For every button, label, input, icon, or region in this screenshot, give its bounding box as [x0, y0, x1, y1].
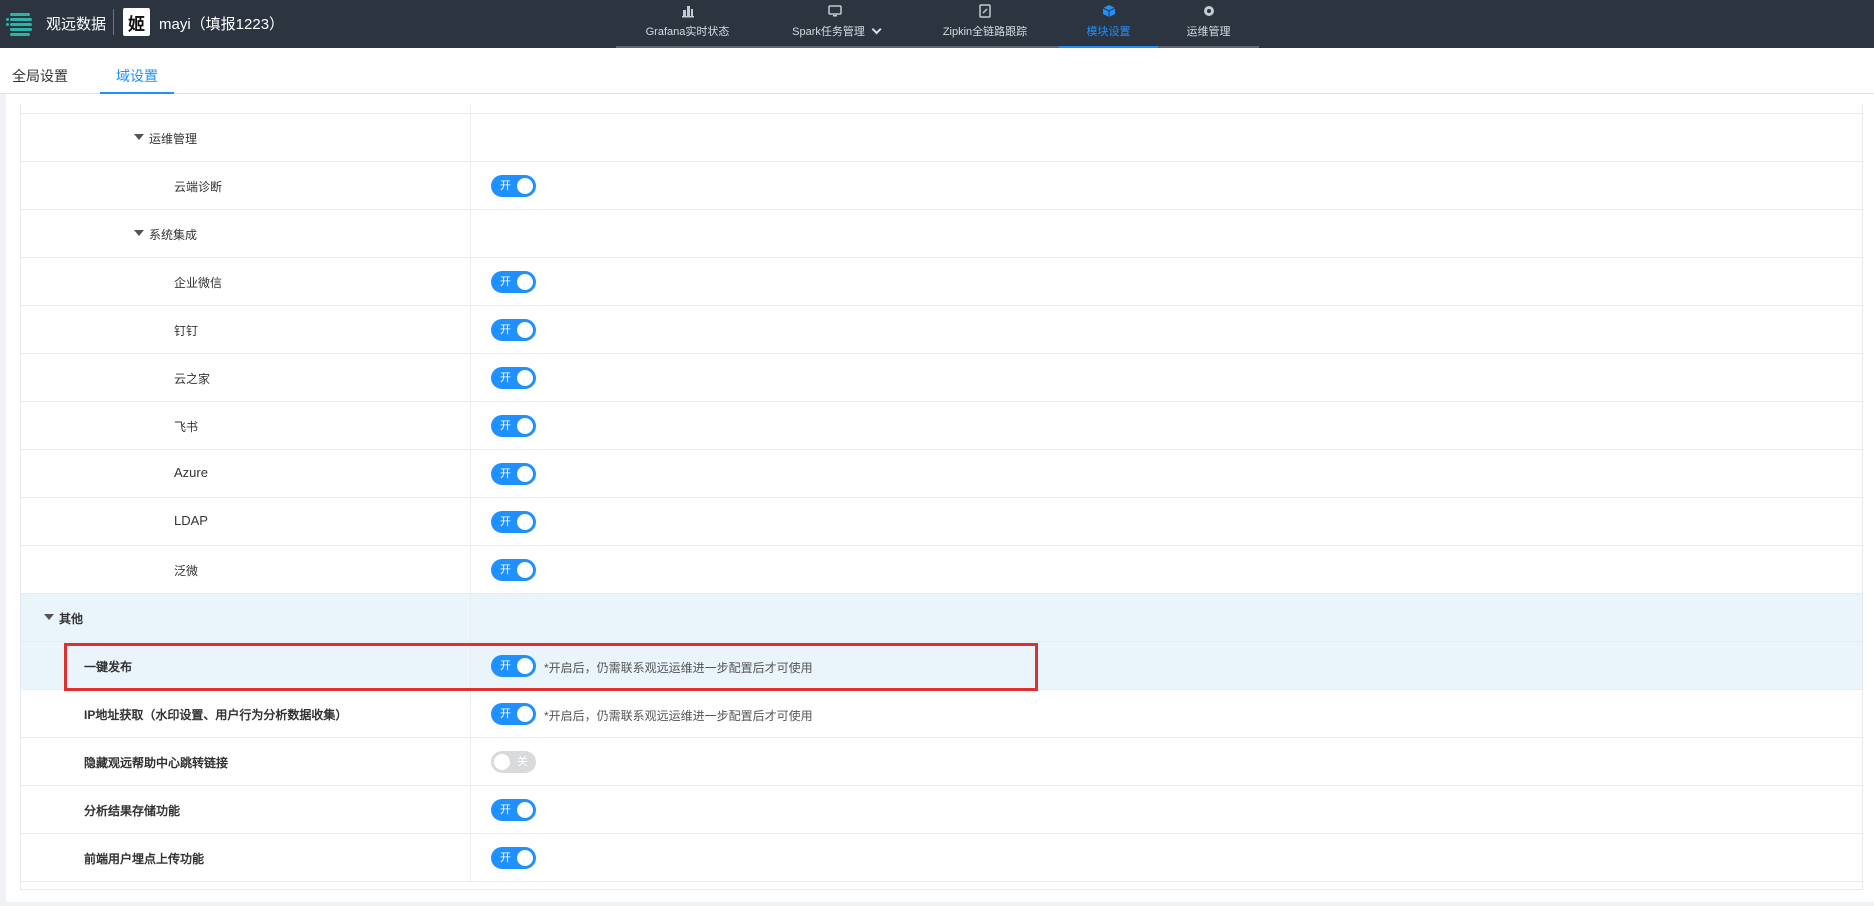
nav-label: Grafana实时状态	[645, 26, 730, 38]
setting-label: 钉钉	[174, 324, 199, 338]
tab-global-settings[interactable]: 全局设置	[12, 66, 68, 86]
table-row: 隐藏观远帮助中心跳转链接 关	[21, 738, 1862, 786]
setting-label: IP地址获取（水印设置、用户行为分析数据收集）	[84, 708, 348, 722]
table-row: IP地址获取（水印设置、用户行为分析数据收集） 开 *开启后，仍需联系观远运维进…	[21, 690, 1862, 738]
setting-label: Azure	[174, 465, 208, 480]
table-row: 一键发布 开 *开启后，仍需联系观远运维进一步配置后才可使用	[21, 642, 1862, 690]
dashboard-icon	[681, 4, 695, 18]
toggle-switch[interactable]: 开	[491, 271, 536, 293]
toggle-switch[interactable]: 开	[491, 367, 536, 389]
cube-icon	[1102, 4, 1116, 18]
table-row-group: 其他	[21, 594, 1862, 642]
top-navigation-bar: 观远数据 姬 mayi（填报1223） Grafana实时状态 Spark任务管…	[0, 0, 1874, 48]
table-row: 泛微 开	[21, 546, 1862, 594]
group-label: 运维管理	[149, 132, 198, 146]
table-row: 前端用户埋点上传功能 开	[21, 834, 1862, 882]
setting-label: 前端用户埋点上传功能	[84, 852, 205, 866]
table-row: LDAP 开	[21, 498, 1862, 546]
setting-label: 飞书	[174, 420, 199, 434]
nav-grafana[interactable]: Grafana实时状态	[616, 0, 759, 48]
caret-down-icon[interactable]	[134, 230, 144, 236]
setting-label: 云之家	[174, 372, 211, 386]
setting-label: 泛微	[174, 564, 199, 578]
setting-label: LDAP	[174, 513, 208, 528]
table-row-group: 运维管理	[21, 114, 1862, 162]
settings-tabs: 全局设置 域设置	[0, 48, 1874, 94]
main-nav: Grafana实时状态 Spark任务管理 Zipkin全链路跟踪 模块设置 运…	[616, 0, 1259, 48]
nav-label: 运维管理	[1186, 26, 1231, 38]
menu-icon[interactable]	[6, 9, 34, 37]
setting-label: 一键发布	[84, 660, 133, 674]
toggle-switch[interactable]: 开	[491, 655, 536, 677]
settings-table: 运维管理 云端诊断 开 系统集成 企业微信 开 钉钉 开 云之家 开 飞书 开 …	[20, 104, 1863, 890]
content-panel: 运维管理 云端诊断 开 系统集成 企业微信 开 钉钉 开 云之家 开 飞书 开 …	[6, 94, 1874, 902]
nav-zipkin[interactable]: Zipkin全链路跟踪	[911, 0, 1059, 48]
tab-domain-settings[interactable]: 域设置	[116, 66, 158, 86]
table-row: 分析结果存储功能 开	[21, 786, 1862, 834]
group-label: 系统集成	[149, 228, 198, 242]
nav-label: Zipkin全链路跟踪	[942, 26, 1028, 38]
project-name[interactable]: mayi（填报1223）	[159, 13, 284, 34]
setting-hint: *开启后，仍需联系观远运维进一步配置后才可使用	[544, 661, 813, 675]
toggle-switch[interactable]: 开	[491, 463, 536, 485]
toggle-switch[interactable]: 开	[491, 175, 536, 197]
setting-label: 隐藏观远帮助中心跳转链接	[84, 756, 229, 770]
toggle-switch[interactable]: 开	[491, 703, 536, 725]
nav-spark[interactable]: Spark任务管理	[759, 0, 911, 48]
table-row	[21, 104, 1862, 114]
chevron-down-icon[interactable]	[871, 24, 882, 35]
nav-label: Spark任务管理	[792, 26, 865, 38]
setting-hint: *开启后，仍需联系观远运维进一步配置后才可使用	[544, 709, 813, 723]
setting-label: 企业微信	[174, 276, 223, 290]
group-label: 其他	[59, 612, 84, 626]
table-row: 钉钉 开	[21, 306, 1862, 354]
caret-down-icon[interactable]	[44, 614, 54, 620]
toggle-switch[interactable]: 开	[491, 415, 536, 437]
toggle-switch-off[interactable]: 关	[491, 751, 536, 773]
table-row: 云之家 开	[21, 354, 1862, 402]
caret-down-icon[interactable]	[134, 134, 144, 140]
toggle-switch[interactable]: 开	[491, 799, 536, 821]
table-row: 云端诊断 开	[21, 162, 1862, 210]
table-row: Azure 开	[21, 450, 1862, 498]
project-logo[interactable]: 姬	[123, 8, 150, 36]
gear-icon	[1202, 4, 1216, 18]
monitor-icon	[828, 4, 842, 18]
table-row: 飞书 开	[21, 402, 1862, 450]
setting-label: 分析结果存储功能	[84, 804, 181, 818]
setting-label: 云端诊断	[174, 180, 223, 194]
table-row-group: 系统集成	[21, 210, 1862, 258]
nav-module-settings[interactable]: 模块设置	[1059, 0, 1158, 48]
nav-operations[interactable]: 运维管理	[1158, 0, 1259, 48]
header-divider	[113, 9, 114, 35]
toggle-switch[interactable]: 开	[491, 847, 536, 869]
toggle-switch[interactable]: 开	[491, 511, 536, 533]
toggle-switch[interactable]: 开	[491, 319, 536, 341]
table-row: 企业微信 开	[21, 258, 1862, 306]
nav-label: 模块设置	[1086, 26, 1131, 38]
document-edit-icon	[978, 4, 992, 18]
toggle-switch[interactable]: 开	[491, 559, 536, 581]
brand-name: 观远数据	[46, 16, 107, 33]
